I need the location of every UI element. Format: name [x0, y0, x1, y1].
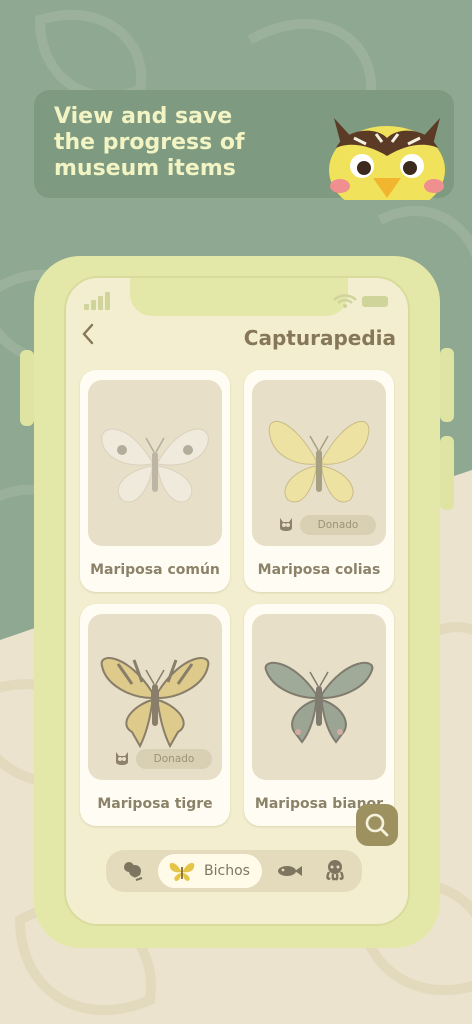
category-tab-bar: Bichos: [106, 850, 362, 892]
bug-leaf-icon: [124, 862, 143, 881]
tab-bugs-leaf[interactable]: [118, 850, 152, 892]
chevron-left-icon: [82, 323, 94, 345]
item-card[interactable]: Mariposa común: [80, 370, 230, 592]
back-button[interactable]: [80, 322, 108, 352]
tab-fish[interactable]: [274, 850, 310, 892]
item-card[interactable]: Donado Mariposa colias: [244, 370, 394, 592]
search-button[interactable]: [356, 804, 398, 846]
item-image: Donado: [252, 380, 386, 546]
item-card[interactable]: Donado Mariposa tigre: [80, 604, 230, 826]
donated-label: Donado: [300, 515, 376, 535]
donated-label: Donado: [136, 749, 212, 769]
butterfly-icon: [169, 862, 195, 881]
search-icon: [365, 813, 389, 837]
phone-side-button: [20, 350, 34, 426]
bianor-butterfly-icon: [264, 661, 374, 744]
headline-text: View and save the progress of museum ite…: [54, 104, 245, 181]
item-name: Mariposa común: [90, 562, 220, 578]
phone-side-button: [440, 436, 454, 510]
item-image: [88, 380, 222, 546]
phone-frame: Capturapedia Mariposa común Donado Marip…: [20, 256, 454, 948]
white-butterfly-icon: [101, 428, 209, 503]
tab-sea-creatures[interactable]: [320, 850, 356, 892]
owl-badge-icon: [280, 518, 292, 531]
signal-icon: [84, 292, 110, 310]
phone-screen: Capturapedia Mariposa común Donado Marip…: [64, 276, 410, 926]
owl-badge-icon: [116, 752, 128, 765]
octopus-icon: [326, 860, 344, 881]
tab-bichos[interactable]: Bichos: [158, 854, 262, 888]
phone-notch: [130, 278, 348, 316]
wifi-battery-icon: [333, 294, 388, 308]
phone-side-button: [440, 348, 454, 422]
tab-label: Bichos: [204, 863, 250, 879]
item-image: [252, 614, 386, 780]
item-card[interactable]: Mariposa bianor: [244, 604, 394, 826]
page-title: Capturapedia: [243, 326, 396, 350]
item-name: Mariposa tigre: [97, 796, 213, 812]
fish-icon: [278, 866, 302, 876]
item-name: Mariposa colias: [257, 562, 381, 578]
owl-mascot-icon: [329, 118, 445, 200]
donated-badge: Donado: [114, 748, 214, 770]
donated-badge: Donado: [278, 514, 378, 536]
item-image: Donado: [88, 614, 222, 780]
